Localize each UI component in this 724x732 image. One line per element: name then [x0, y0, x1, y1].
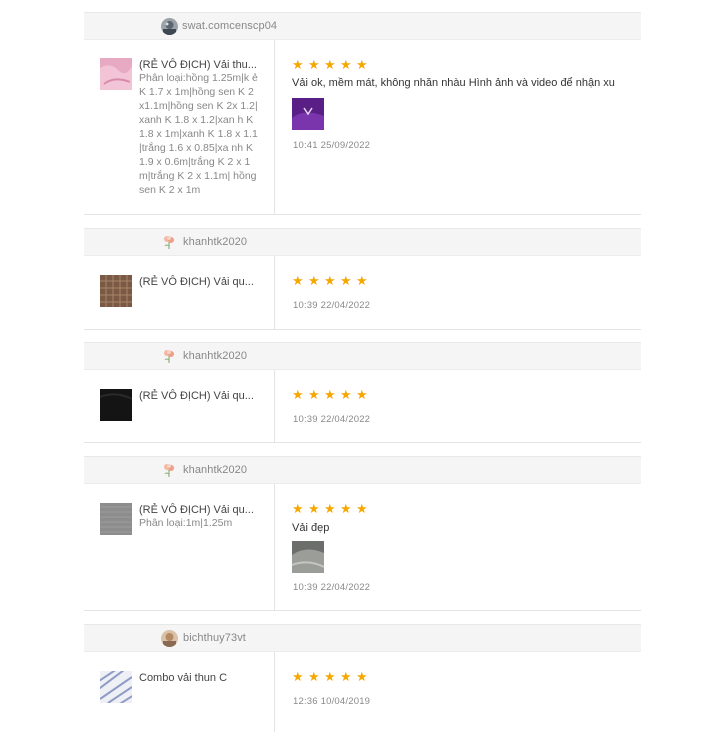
star-icon: ★	[292, 273, 304, 288]
star-icon: ★	[324, 669, 336, 684]
product-variant: Phân loại:hồng 1.25m|k ẻ K 1.7 x 1m|hồng…	[139, 72, 258, 196]
product-name[interactable]: (RẺ VÔ ĐỊCH) Vải qu...	[139, 276, 254, 288]
column-divider	[274, 256, 275, 329]
review-user-bar: bichthuy73vt	[84, 624, 641, 652]
review-photo[interactable]	[291, 541, 325, 573]
rating-stars: ★ ★ ★ ★ ★	[292, 57, 368, 72]
review-item: bichthuy73vt Combo vải thun C ★ ★ ★ ★ ★ …	[84, 624, 641, 732]
review-user-bar: khanhtk2020	[84, 456, 641, 484]
user-avatar-icon[interactable]	[161, 630, 178, 647]
star-icon: ★	[356, 273, 368, 288]
star-icon: ★	[324, 387, 336, 402]
review-comment: Vải ok, mềm mát, không nhăn nhàu Hình ản…	[292, 77, 615, 89]
review-item: khanhtk2020 (RẺ VÔ ĐỊCH) Vải qu... Phân …	[84, 456, 641, 611]
product-thumbnail[interactable]	[99, 389, 133, 421]
review-body: (RẺ VÔ ĐỊCH) Vải thu... Phân loại:hồng 1…	[84, 40, 641, 215]
product-name[interactable]: (RẺ VÔ ĐỊCH) Vải qu...	[139, 504, 254, 516]
product-name[interactable]: (RẺ VÔ ĐỊCH) Vải thu...	[139, 59, 257, 71]
review-username[interactable]: khanhtk2020	[183, 464, 247, 476]
star-icon: ★	[308, 669, 320, 684]
product-thumbnail[interactable]	[100, 503, 132, 535]
column-divider	[274, 652, 275, 732]
star-icon: ★	[356, 501, 368, 516]
rating-stars: ★ ★ ★ ★ ★	[292, 669, 368, 684]
review-body: (RẺ VÔ ĐỊCH) Vải qu... ★ ★ ★ ★ ★ 10:39 2…	[84, 256, 641, 330]
flower-avatar-icon[interactable]	[161, 348, 178, 365]
star-icon: ★	[292, 57, 304, 72]
product-thumbnail[interactable]	[100, 58, 132, 90]
star-icon: ★	[324, 57, 336, 72]
rating-stars: ★ ★ ★ ★ ★	[292, 273, 368, 288]
user-avatar-icon[interactable]	[161, 18, 178, 35]
star-icon: ★	[308, 387, 320, 402]
review-user-bar: khanhtk2020	[84, 342, 641, 370]
product-variant: Phân loại:1m|1.25m	[139, 517, 233, 529]
star-icon: ★	[340, 387, 352, 402]
review-username[interactable]: khanhtk2020	[183, 350, 247, 362]
review-time: 10:39 22/04/2022	[293, 300, 371, 311]
star-icon: ★	[324, 273, 336, 288]
star-icon: ★	[340, 669, 352, 684]
review-item: khanhtk2020 (RẺ VÔ ĐỊCH) Vải qu... ★ ★ ★…	[84, 228, 641, 330]
star-icon: ★	[292, 501, 304, 516]
star-icon: ★	[356, 387, 368, 402]
review-body: Combo vải thun C ★ ★ ★ ★ ★ 12:36 10/04/2…	[84, 652, 641, 732]
product-name[interactable]: (RẺ VÔ ĐỊCH) Vải qu...	[139, 390, 254, 402]
review-item: khanhtk2020 (RẺ VÔ ĐỊCH) Vải qu... ★ ★ ★…	[84, 342, 641, 443]
review-body: (RẺ VÔ ĐỊCH) Vải qu... ★ ★ ★ ★ ★ 10:39 2…	[84, 370, 641, 443]
review-body: (RẺ VÔ ĐỊCH) Vải qu... Phân loại:1m|1.25…	[84, 484, 641, 611]
star-icon: ★	[356, 669, 368, 684]
star-icon: ★	[308, 501, 320, 516]
review-time: 10:41 25/09/2022	[293, 140, 371, 151]
review-comment: Vải đẹp	[292, 522, 330, 534]
review-user-bar: swat.comcenscp04	[84, 12, 641, 40]
star-icon: ★	[340, 273, 352, 288]
column-divider	[274, 40, 275, 214]
product-name[interactable]: Combo vải thun C	[139, 672, 227, 684]
column-divider	[274, 484, 275, 610]
star-icon: ★	[340, 57, 352, 72]
star-icon: ★	[356, 57, 368, 72]
product-thumbnail[interactable]	[95, 666, 135, 706]
review-time: 10:39 22/04/2022	[293, 582, 371, 593]
star-icon: ★	[308, 273, 320, 288]
flower-avatar-icon[interactable]	[161, 234, 178, 251]
product-thumbnail[interactable]	[100, 275, 132, 307]
review-user-bar: khanhtk2020	[84, 228, 641, 256]
star-icon: ★	[324, 501, 336, 516]
review-username[interactable]: khanhtk2020	[183, 236, 247, 248]
star-icon: ★	[308, 57, 320, 72]
review-time: 10:39 22/04/2022	[293, 414, 371, 425]
star-icon: ★	[340, 501, 352, 516]
review-item: swat.comcenscp04 (RẺ VÔ ĐỊCH) Vải thu...…	[84, 12, 641, 215]
review-time: 12:36 10/04/2019	[293, 696, 371, 707]
flower-avatar-icon[interactable]	[161, 462, 178, 479]
rating-stars: ★ ★ ★ ★ ★	[292, 387, 368, 402]
star-icon: ★	[292, 669, 304, 684]
column-divider	[274, 370, 275, 442]
review-username[interactable]: swat.comcenscp04	[182, 20, 277, 32]
star-icon: ★	[292, 387, 304, 402]
review-photo[interactable]	[292, 98, 324, 130]
review-username[interactable]: bichthuy73vt	[183, 632, 246, 644]
rating-stars: ★ ★ ★ ★ ★	[292, 501, 368, 516]
